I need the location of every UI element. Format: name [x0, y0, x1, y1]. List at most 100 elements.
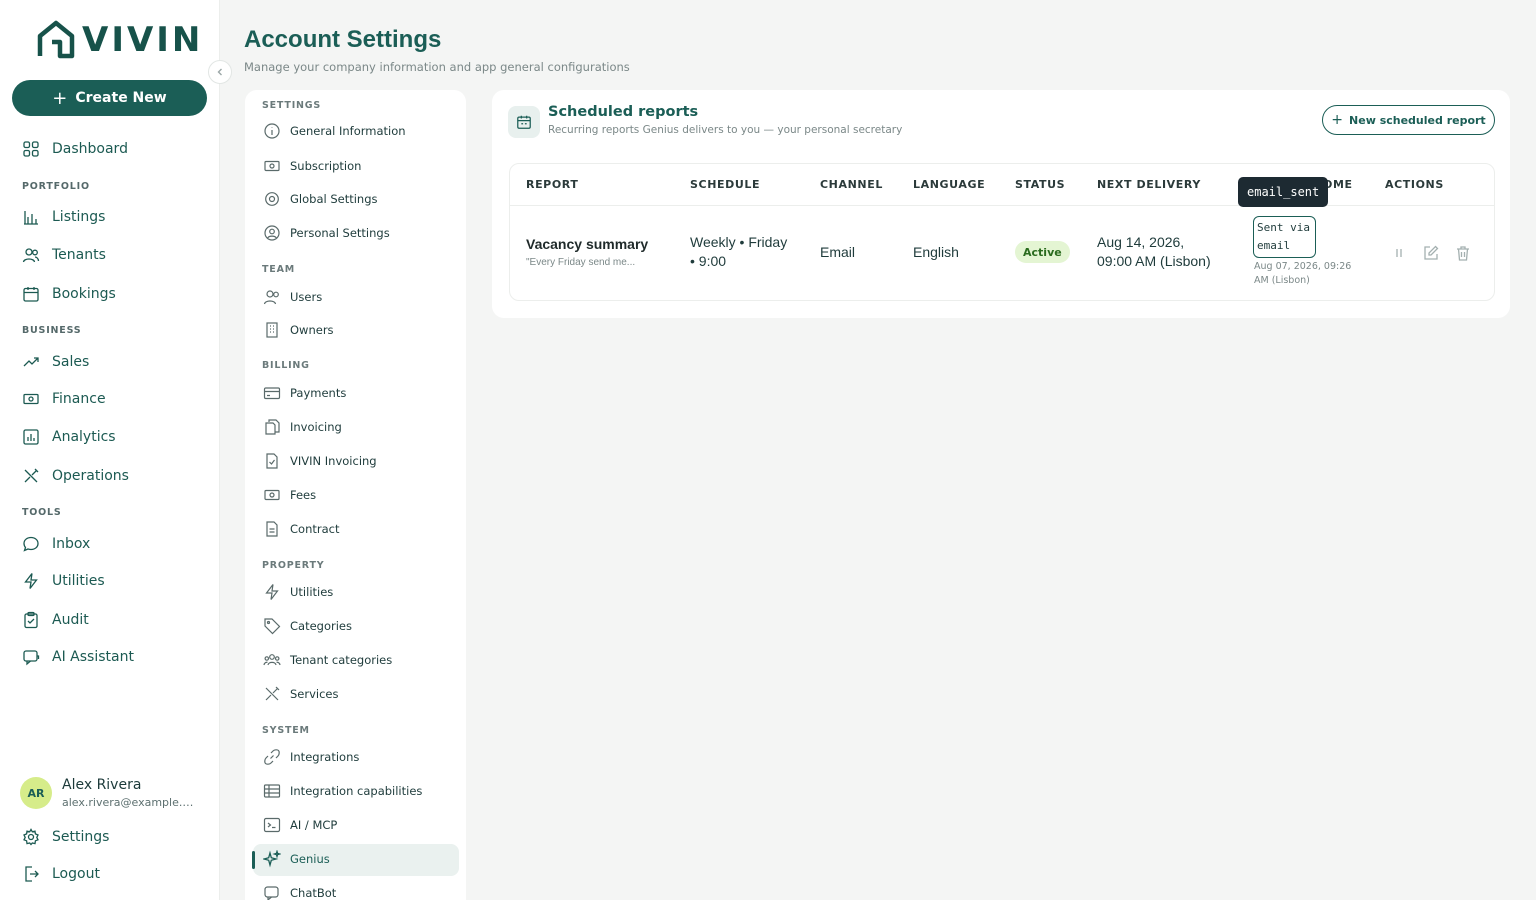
settings-item-utilities[interactable]: Utilities [263, 581, 333, 603]
nav-label: Finance [52, 391, 106, 407]
user-circle-icon [264, 225, 280, 241]
user-name: Alex Rivera [62, 777, 142, 793]
header-divider [510, 205, 1494, 206]
calendar-icon [23, 287, 39, 302]
nav-analytics[interactable]: Analytics [22, 425, 116, 449]
new-scheduled-report-button[interactable]: + New scheduled report [1322, 105, 1495, 135]
section-property: PROPERTY [262, 560, 325, 571]
settings-item-users[interactable]: Users [263, 286, 322, 308]
item-label: Subscription [290, 159, 362, 173]
settings-item-payments[interactable]: Payments [263, 382, 346, 404]
settings-item-subscription[interactable]: Subscription [263, 155, 361, 177]
vivin-logo[interactable]: VIVIN [36, 20, 203, 60]
nav-dashboard[interactable]: Dashboard [22, 137, 128, 161]
col-next-delivery[interactable]: NEXT DELIVERY [1097, 178, 1201, 191]
nav-bookings[interactable]: Bookings [22, 282, 116, 306]
nav-ai-assistant[interactable]: AI Assistant [22, 645, 134, 669]
calendar-icon-badge [508, 106, 540, 138]
settings-item-categories[interactable]: Categories [263, 615, 352, 637]
main-sidebar: VIVIN + Create New Dashboard PORTFOLIO L… [0, 0, 220, 900]
nav-label: Operations [52, 468, 129, 484]
outcome-badge[interactable]: Sent via email [1253, 216, 1316, 258]
settings-item-owners[interactable]: Owners [263, 319, 334, 341]
link-icon [264, 749, 280, 765]
settings-item-vivin-invoicing[interactable]: VIVIN Invoicing [263, 450, 377, 472]
nav-label: Analytics [52, 429, 116, 445]
lightning-icon [265, 584, 279, 600]
section-tools: TOOLS [22, 507, 62, 518]
item-label: Categories [290, 619, 352, 633]
nav-tenants[interactable]: Tenants [22, 243, 106, 267]
outcome-timestamp: Aug 07, 2026, 09:26 AM (Lisbon) [1254, 260, 1354, 288]
edit-icon[interactable] [1422, 244, 1440, 262]
nav-sales[interactable]: Sales [22, 350, 89, 374]
nav-label: Inbox [52, 536, 91, 552]
item-label: Services [290, 687, 339, 701]
col-language[interactable]: LANGUAGE [913, 178, 985, 191]
nav-inbox[interactable]: Inbox [22, 532, 90, 556]
col-channel[interactable]: CHANNEL [820, 178, 883, 191]
nav-operations[interactable]: Operations [22, 464, 129, 488]
clipboard-check-icon [24, 611, 38, 629]
nav-listings[interactable]: Listings [22, 205, 105, 229]
settings-item-integrations[interactable]: Integrations [263, 746, 359, 768]
settings-item-personal-settings[interactable]: Personal Settings [263, 222, 390, 244]
settings-item-fees[interactable]: Fees [263, 484, 316, 506]
settings-item-global-settings[interactable]: Global Settings [263, 188, 378, 210]
settings-item-integration-capabilities[interactable]: Integration capabilities [263, 780, 422, 802]
section-billing: BILLING [262, 360, 310, 371]
nav-audit[interactable]: Audit [22, 608, 89, 632]
reports-table: REPORT SCHEDULE CHANNEL LANGUAGE STATUS … [509, 163, 1495, 301]
outcome-line-1: Sent via [1257, 221, 1310, 234]
pause-icon[interactable] [1390, 244, 1408, 262]
settings-item-services[interactable]: Services [263, 683, 339, 705]
settings-item-tenant-categories[interactable]: Tenant categories [263, 649, 392, 671]
settings-item-ai-mcp[interactable]: AI / MCP [263, 814, 337, 836]
nav-logout[interactable]: Logout [22, 862, 100, 886]
language-value: English [913, 244, 959, 260]
nav-label: Audit [52, 612, 89, 628]
item-label: Genius [290, 852, 330, 866]
lightning-icon [24, 573, 38, 589]
settings-item-chatbot[interactable]: ChatBot [263, 882, 336, 900]
card-title: Scheduled reports [548, 104, 699, 120]
nav-utilities[interactable]: Utilities [22, 569, 105, 593]
settings-item-contract[interactable]: Contract [263, 518, 339, 540]
user-profile[interactable]: AR Alex Rivera alex.rivera@example.com [20, 777, 197, 809]
item-label: Owners [290, 323, 334, 337]
create-new-button[interactable]: + Create New [12, 80, 207, 116]
col-schedule[interactable]: SCHEDULE [690, 178, 760, 191]
table-icon [263, 784, 281, 798]
nav-settings[interactable]: Settings [22, 825, 109, 849]
section-system: SYSTEM [262, 725, 310, 736]
item-label: VIVIN Invoicing [290, 454, 377, 468]
credit-card-icon [263, 387, 281, 400]
outcome-date-line-1: Aug 07, 2026, 09:26 [1254, 261, 1352, 272]
building-icon [266, 322, 278, 338]
nav-finance[interactable]: Finance [22, 387, 106, 411]
logout-icon [25, 866, 39, 882]
col-status[interactable]: STATUS [1015, 178, 1065, 191]
status-badge: Active [1015, 241, 1070, 263]
gear-icon [265, 192, 279, 206]
item-label: Invoicing [290, 420, 342, 434]
users-icon [22, 248, 40, 263]
calendar-icon [517, 115, 531, 129]
report-name[interactable]: Vacancy summary [526, 236, 648, 252]
nav-label: Dashboard [52, 141, 128, 157]
settings-item-genius[interactable]: Genius [263, 848, 330, 870]
logo-wordmark: VIVIN [82, 20, 204, 60]
banknote-icon [264, 489, 280, 501]
col-report[interactable]: REPORT [526, 178, 578, 191]
nav-label: Tenants [52, 247, 106, 263]
nav-label: Listings [52, 209, 106, 225]
section-settings: SETTINGS [262, 100, 322, 111]
user-email: alex.rivera@example.com [62, 796, 197, 809]
settings-item-general-information[interactable]: General Information [263, 120, 406, 142]
trash-icon[interactable] [1454, 244, 1472, 262]
collapse-sidebar-button[interactable] [208, 60, 232, 84]
nav-label: Settings [52, 829, 110, 845]
user-group-icon [263, 654, 281, 666]
settings-item-invoicing[interactable]: Invoicing [263, 416, 342, 438]
plus-icon: + [1331, 112, 1344, 128]
